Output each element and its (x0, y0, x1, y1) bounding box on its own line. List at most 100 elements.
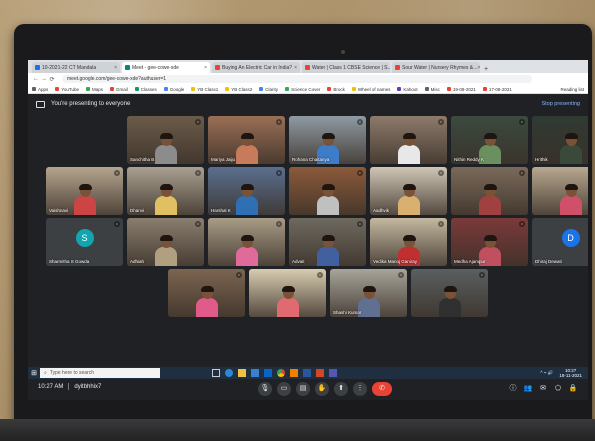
participant-tile[interactable]: • Vedika Manoj Ganiray (370, 218, 447, 266)
participant-tile[interactable]: • (289, 167, 366, 215)
bookmark-icon (163, 87, 168, 91)
bookmark-item[interactable]: Brock (327, 87, 345, 92)
leave-call-button[interactable]: ✆ (372, 382, 392, 396)
participant-tile[interactable]: S • Sharmitha S Gowda (46, 218, 123, 266)
participant-name: Hrithik (535, 157, 548, 162)
bookmark-label: Wheel of names (357, 86, 391, 92)
reload-button[interactable]: ⟳ (48, 76, 56, 83)
participant-tile[interactable]: • (168, 269, 245, 317)
bookmark-item[interactable]: Wheel of names (351, 86, 391, 92)
chrome-icon[interactable] (277, 369, 285, 377)
tab-close-icon[interactable]: × (204, 65, 207, 71)
participant-name: Nithin Reddy K (454, 157, 485, 162)
activities-icon[interactable]: ⬠ (553, 384, 563, 394)
tab-close-icon[interactable]: × (477, 65, 480, 71)
bookmark-item[interactable]: 19-08-2021 (446, 87, 476, 92)
bookmark-item[interactable]: Clarity (259, 87, 278, 92)
word-icon[interactable] (303, 369, 311, 377)
bookmark-item[interactable]: YB Class2 (225, 87, 252, 92)
info-icon[interactable]: ⓘ (508, 384, 518, 394)
mic-button[interactable]: 🎙 (258, 382, 272, 396)
participant-tile[interactable]: D•Dhiraj Dewati (532, 218, 588, 266)
file-explorer-icon[interactable] (238, 369, 246, 377)
raise-hand-button[interactable]: ✋ (315, 382, 329, 396)
bookmark-item[interactable]: Kahoot (397, 87, 418, 92)
bookmark-item[interactable]: Google (163, 86, 185, 92)
store-icon[interactable] (251, 369, 259, 377)
bookmark-item[interactable]: Science Cover (285, 87, 320, 92)
vlc-icon[interactable] (290, 369, 298, 377)
bookmark-item[interactable]: Gmail (109, 87, 128, 92)
participant-tile[interactable]: • Sanchitha B (127, 116, 204, 164)
bookmarks-bar: Apps YouTube Maps Gmail Classes Google YB Clas… (28, 85, 588, 94)
tab-close-icon[interactable]: × (114, 65, 117, 71)
tab-close-icon[interactable]: × (294, 65, 297, 71)
participant-tile[interactable]: • Rohana Chaitanya (289, 116, 366, 164)
search-icon: ⌕ (44, 370, 47, 376)
mic-muted-icon: • (114, 221, 120, 227)
participant-tile[interactable]: • (451, 167, 528, 215)
powerpoint-icon[interactable] (316, 369, 324, 377)
bookmark-item[interactable]: Misc (424, 87, 440, 92)
taskbar-search-input[interactable]: ⌕ Type here to search (40, 368, 160, 378)
bookmark-item[interactable]: Apps (32, 87, 48, 92)
participant-tile[interactable]: • (370, 116, 447, 164)
participant-tile[interactable]: • Adhiah (127, 218, 204, 266)
bookmark-item[interactable]: Maps (85, 87, 103, 92)
participant-tile[interactable]: • (208, 218, 285, 266)
participant-name: Dhiraj Dewati (535, 259, 562, 264)
chat-icon[interactable]: ✉ (538, 384, 548, 394)
mic-muted-icon: • (438, 170, 444, 176)
clock[interactable]: 10:27 18-11-2021 (559, 368, 582, 378)
meeting-side-controls: ⓘ 👥 ✉ ⬠ 🔒 (503, 384, 578, 394)
browser-tab[interactable]: Buying An Electric Car in India? × (212, 62, 300, 73)
participant-tile[interactable]: • Aadhvik (370, 167, 447, 215)
participant-tile[interactable]: • Vaishnavi (46, 167, 123, 215)
notification-area-icon[interactable]: ^ ⌁ 🔊 (540, 370, 553, 376)
bookmark-item[interactable]: YouTube (55, 87, 79, 92)
captions-button[interactable]: ▤ (296, 382, 310, 396)
bookmark-label: Science Cover (291, 86, 321, 92)
teams-icon[interactable] (329, 369, 337, 377)
bookmark-label: Google (169, 86, 185, 92)
more-options-button[interactable]: ⋮ (353, 382, 367, 396)
present-button[interactable]: ⬆ (334, 382, 348, 396)
participant-tile[interactable]: • Shashi Kumar (330, 269, 407, 317)
people-icon[interactable]: 👥 (523, 384, 533, 394)
forward-button[interactable]: → (40, 76, 48, 82)
lock-icon[interactable]: 🔒 (568, 384, 578, 394)
browser-tab[interactable]: 10-2021-22 CT Mandala × (32, 62, 120, 73)
bookmark-item[interactable]: YB Class1 (191, 87, 218, 92)
reading-list-button[interactable]: Reading list (560, 87, 584, 92)
url-input[interactable]: meet.google.com/gee-cowe-xde?authuser=1 (62, 75, 532, 83)
bookmark-item[interactable]: Classes (134, 87, 157, 92)
participant-name: Vedika Manoj Ganiray (373, 259, 418, 264)
bookmark-item[interactable]: 17-08-2021 (482, 87, 512, 92)
browser-tab[interactable]: Water | Class 1 CBSE Science | S...× (302, 62, 390, 73)
participant-tile[interactable]: • (249, 269, 326, 317)
mic-muted-icon: • (519, 119, 525, 125)
mail-icon[interactable] (264, 369, 272, 377)
new-tab-button[interactable]: + (484, 66, 488, 73)
participant-tile[interactable]: • Mariya Jaiju (208, 116, 285, 164)
meet-bottom-bar: 10:27 AM dyitbhhix7 🎙 ▭ ▤ ✋ ⬆ ⋮ ✆ ⓘ 👥 ✉ ⬠ 🔒 (28, 379, 588, 400)
participant-tile[interactable]: • (411, 269, 488, 317)
participant-tile[interactable]: • Dhanvi (127, 167, 204, 215)
participant-tile[interactable]: • (532, 167, 588, 215)
participant-tile[interactable]: • Advait (289, 218, 366, 266)
participant-tile[interactable]: • Harshal K (208, 167, 285, 215)
edge-icon[interactable] (225, 369, 233, 377)
camera-button[interactable]: ▭ (277, 382, 291, 396)
browser-tab[interactable]: Sour Water | Nursery Rhymes &... × (392, 62, 480, 73)
meeting-time: 10:27 AM (38, 383, 64, 390)
browser-tab[interactable]: Meet - gee-cowe-xde × (122, 62, 210, 73)
participant-tile[interactable] (46, 116, 123, 164)
task-view-icon[interactable] (212, 369, 220, 377)
back-button[interactable]: ← (32, 76, 40, 82)
windows-start-icon[interactable]: ⊞ (28, 367, 40, 379)
participant-tile[interactable]: •Hrithik (532, 116, 588, 164)
bookmark-icon (482, 87, 487, 91)
participant-tile[interactable]: • Nithin Reddy K (451, 116, 528, 164)
participant-tile[interactable]: • Medha Ajampur (451, 218, 528, 266)
laptop-base (0, 419, 595, 441)
